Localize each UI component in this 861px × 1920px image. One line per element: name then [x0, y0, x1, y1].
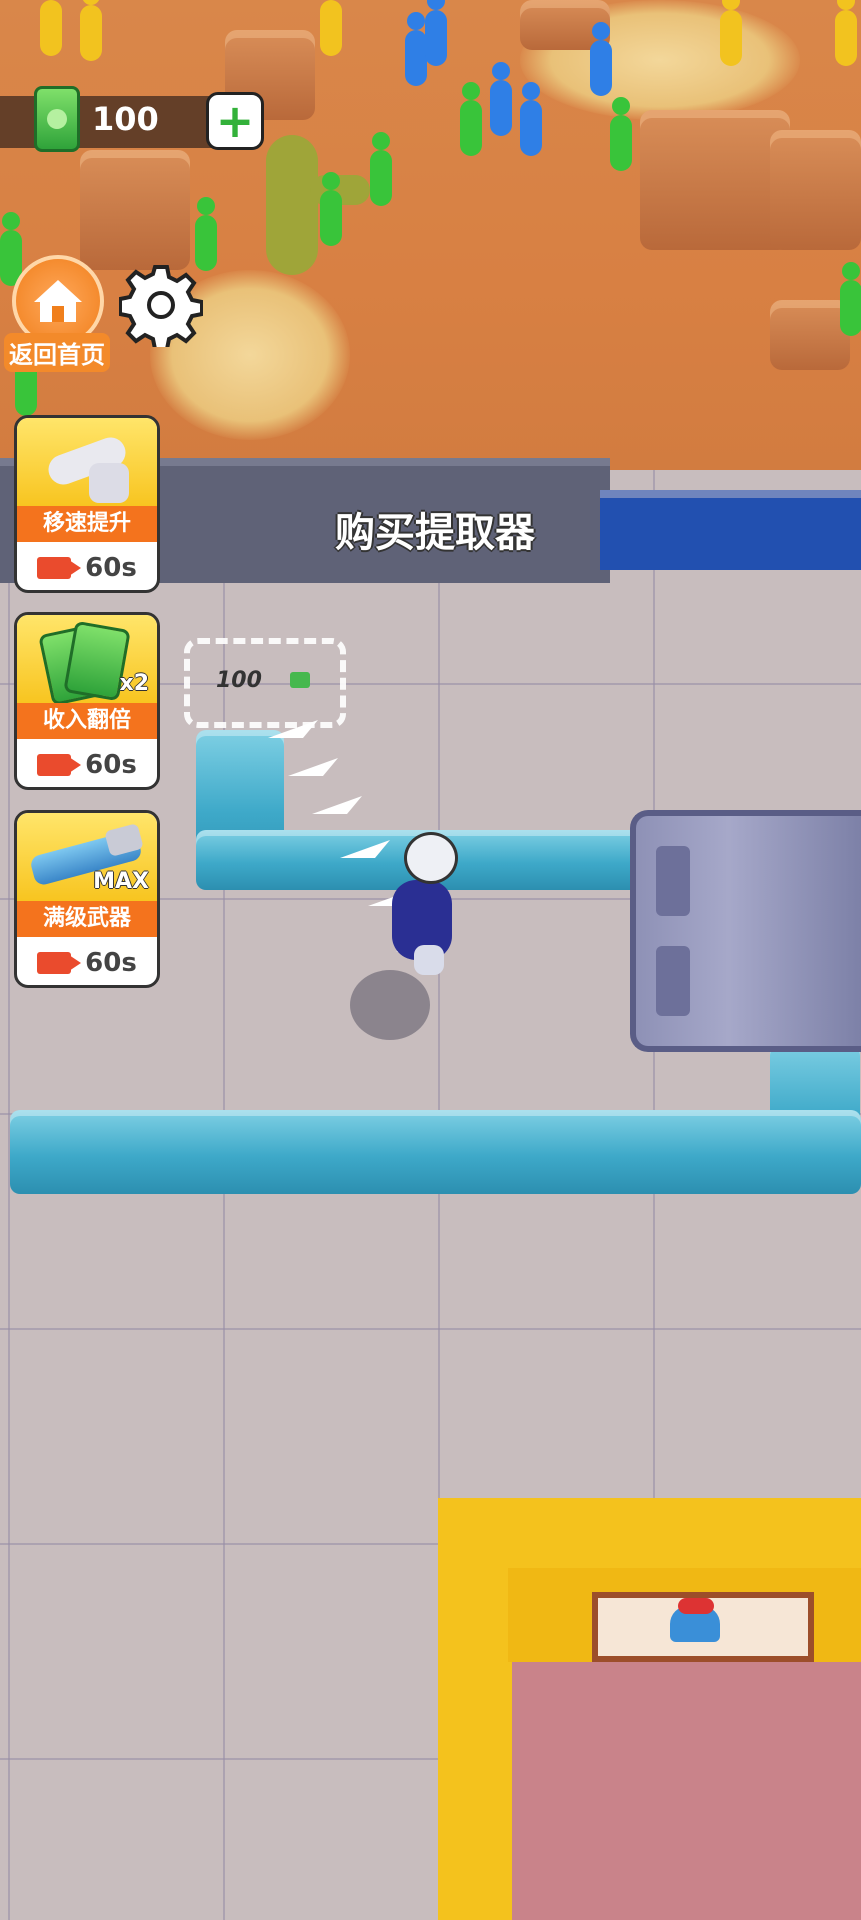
purchase-price: 100	[216, 668, 310, 693]
boost-label: 满级武器	[17, 901, 157, 937]
enemy-figure	[405, 12, 427, 86]
rock	[80, 150, 190, 270]
enemy-figure	[590, 22, 612, 96]
speed-boost-art	[17, 418, 157, 513]
enemy-figure	[610, 97, 632, 171]
video-ad-icon	[37, 557, 82, 579]
boost-timer: 60s	[85, 750, 137, 780]
rock	[770, 300, 850, 370]
cactus	[266, 135, 318, 275]
rock	[770, 130, 861, 250]
enemy-figure	[425, 0, 447, 66]
building-doorway[interactable]	[512, 1662, 861, 1920]
desert-scene	[0, 0, 861, 470]
enemy-figure	[720, 0, 742, 66]
hat-icon	[678, 1598, 714, 1614]
wall-title: 购买提取器	[335, 510, 535, 556]
currency-value: 100	[92, 100, 159, 138]
cash-icon	[34, 86, 80, 152]
player-head	[404, 832, 458, 884]
enemy-figure	[370, 132, 392, 206]
boost-timer-row: 60s	[17, 941, 157, 985]
boost-speed-card[interactable]: 移速提升 60s	[14, 415, 160, 593]
boost-badge: MAX	[93, 869, 149, 894]
home-icon	[34, 280, 82, 322]
boost-label: 移速提升	[17, 506, 157, 542]
purchase-zone[interactable]	[184, 638, 346, 728]
enemy-figure	[520, 82, 542, 156]
enemy-figure	[835, 0, 857, 66]
boost-timer-row: 60s	[17, 546, 157, 590]
gear-icon	[119, 265, 203, 347]
settings-button[interactable]	[118, 262, 204, 348]
enemy-figure	[320, 0, 342, 56]
enemy-figure	[490, 62, 512, 136]
plus-icon: +	[215, 94, 255, 148]
conveyor-belt	[10, 1110, 861, 1194]
extractor-machine[interactable]	[630, 810, 861, 1052]
back-wall-blue	[600, 490, 861, 570]
rock	[640, 110, 790, 250]
enemy-figure	[840, 262, 861, 336]
boost-timer: 60s	[85, 948, 137, 978]
enemy-figure	[80, 0, 102, 61]
enemy-figure	[460, 82, 482, 156]
add-currency-button[interactable]: +	[206, 92, 264, 150]
boost-timer: 60s	[85, 553, 137, 583]
cash-emblem	[47, 109, 67, 129]
boost-income-card[interactable]: x2 收入翻倍 60s	[14, 612, 160, 790]
boost-timer-row: 60s	[17, 743, 157, 787]
enemy-figure	[320, 172, 342, 246]
building-sign	[592, 1592, 814, 1662]
machine-hinge	[656, 946, 690, 1016]
boot-icon	[89, 463, 129, 503]
home-button-label[interactable]: 返回首页	[4, 333, 110, 372]
boost-label: 收入翻倍	[17, 703, 157, 739]
boost-badge: x2	[119, 671, 150, 696]
player-shadow	[350, 970, 430, 1040]
boost-weapon-card[interactable]: MAX 满级武器 60s	[14, 810, 160, 988]
player-legs	[414, 945, 444, 975]
cash-icon	[290, 672, 310, 688]
enemy-figure	[40, 0, 62, 56]
video-ad-icon	[37, 754, 82, 776]
video-ad-icon	[37, 952, 82, 974]
machine-hinge	[656, 846, 690, 916]
